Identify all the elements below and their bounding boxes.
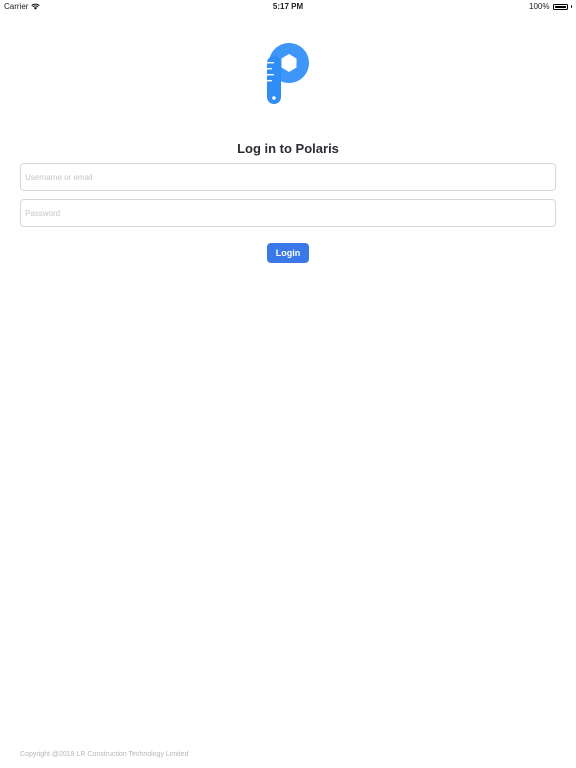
status-time: 5:17 PM — [272, 2, 304, 11]
battery-group: 100% — [529, 0, 572, 13]
password-input[interactable] — [20, 199, 556, 227]
username-input[interactable] — [20, 163, 556, 191]
battery-nub — [570, 5, 572, 8]
battery-fill — [554, 5, 566, 8]
status-bar: Carrier 5:17 PM 100% — [0, 0, 576, 13]
login-button[interactable]: Login — [267, 243, 309, 263]
page-title: Log in to Polaris — [237, 141, 339, 156]
battery-percent: 100% — [529, 2, 550, 11]
polaris-logo-icon — [267, 43, 309, 104]
battery-icon — [552, 3, 568, 10]
copyright-text: Copyright @2018 LR Construction Technolo… — [20, 751, 189, 758]
